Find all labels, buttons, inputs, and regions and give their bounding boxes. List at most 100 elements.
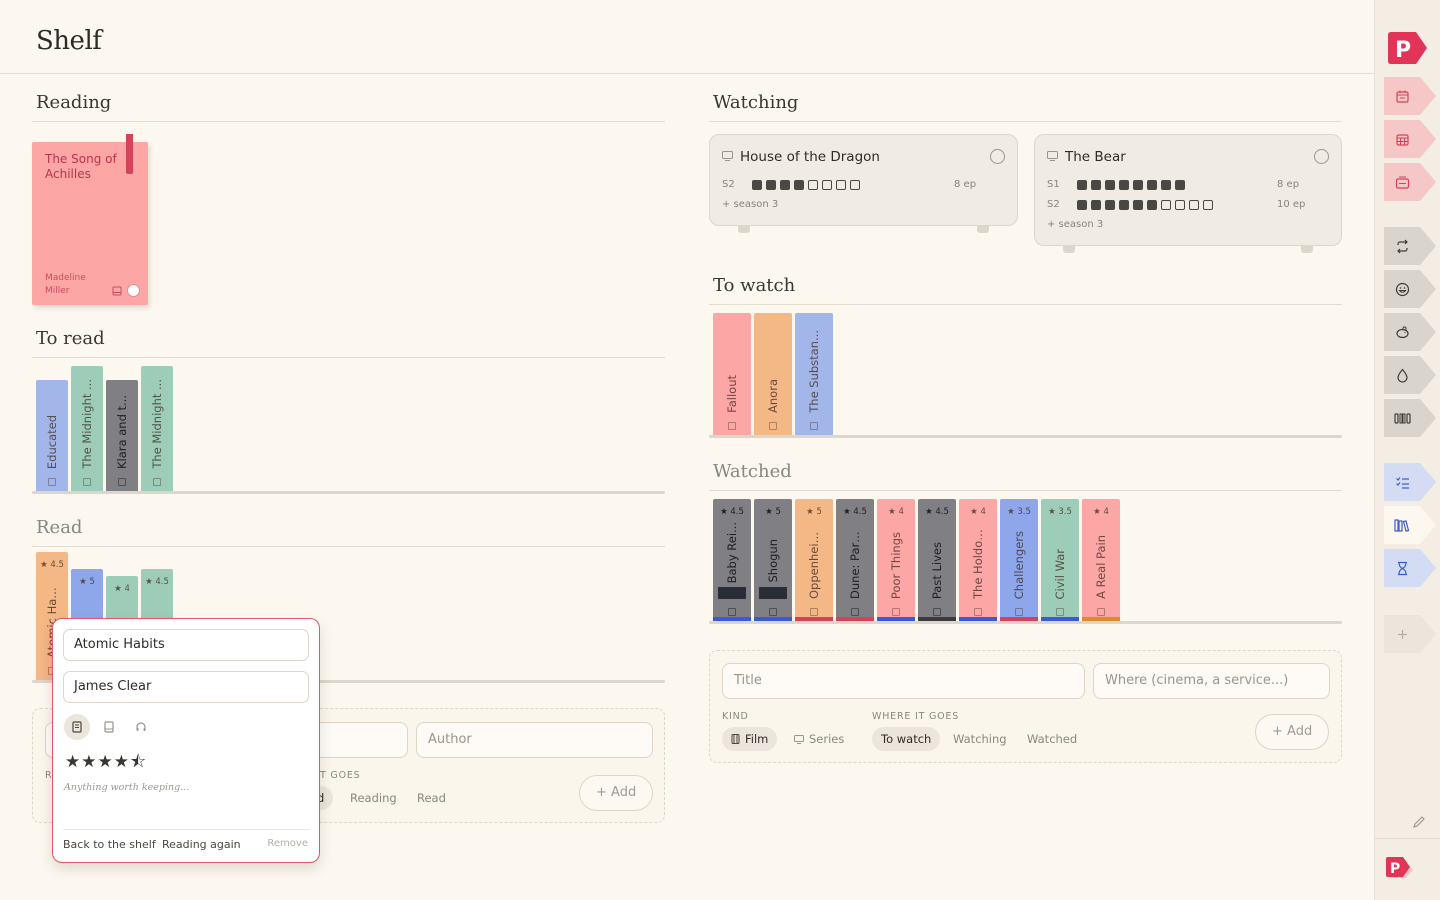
finish-show-checkbox[interactable] [990, 149, 1005, 164]
kind-film-option[interactable]: Film [722, 727, 778, 751]
nav-habits[interactable] [1384, 227, 1436, 265]
app-logo-icon[interactable]: P [1386, 31, 1428, 65]
book-spine[interactable]: The Midnight ... [141, 366, 173, 491]
book-spine[interactable]: Educated [36, 380, 68, 491]
episode-box[interactable] [1077, 200, 1087, 210]
spine-title: Dune: Part T... [848, 527, 862, 599]
add-film-form: Title Where (cinema, a service...) KIND … [709, 650, 1342, 763]
tv-icon [722, 151, 733, 161]
episode-box[interactable] [766, 180, 776, 190]
nav-calendar-month[interactable] [1384, 120, 1436, 158]
film-spine[interactable]: ★ 4 The Holdove... [959, 499, 997, 621]
format-paper-button[interactable] [64, 714, 90, 740]
book-spine[interactable]: Klara and t... [106, 380, 138, 491]
finish-toggle[interactable] [127, 284, 140, 297]
kind-series-option[interactable]: Series [785, 727, 853, 751]
add-film-button[interactable]: + Add [1255, 714, 1330, 750]
film-spine[interactable]: ★ 4 Poor Things [877, 499, 915, 621]
rating-stars[interactable]: ★★★★⯪ [65, 749, 147, 778]
episode-box[interactable] [1147, 200, 1157, 210]
current-book-card[interactable]: The Song of Achilles Madeline Miller [32, 134, 148, 305]
episode-box[interactable] [1147, 180, 1157, 190]
episode-box[interactable] [836, 180, 846, 190]
episode-box[interactable] [1161, 200, 1171, 210]
episode-box[interactable] [1161, 180, 1171, 190]
nav-add[interactable] [1384, 615, 1436, 653]
film-spine[interactable]: ★ 3.5 Civil War [1041, 499, 1079, 621]
watching-card[interactable]: The Bear S1 8 ep S2 10 ep + season 3 [1034, 134, 1342, 253]
note-input[interactable]: Anything worth keeping... [64, 782, 189, 793]
episode-box[interactable] [752, 180, 762, 190]
nav-tasks[interactable] [1384, 463, 1436, 501]
episode-box[interactable] [808, 180, 818, 190]
episode-box[interactable] [1133, 180, 1143, 190]
finish-show-checkbox[interactable] [1314, 149, 1329, 164]
option-read[interactable]: Read [408, 786, 455, 810]
format-ebook-button[interactable] [96, 714, 122, 740]
option-to-watch[interactable]: To watch [872, 727, 941, 751]
back-to-shelf-button[interactable]: Back to the shelf [63, 838, 156, 851]
episode-box[interactable] [1203, 200, 1213, 210]
option-reading[interactable]: Reading [341, 786, 406, 810]
add-book-button[interactable]: + Add [579, 775, 654, 811]
spine-title: Educated [45, 414, 59, 469]
option-watched[interactable]: Watched [1018, 727, 1086, 751]
pencil-icon[interactable] [1412, 815, 1426, 829]
add-season-button[interactable]: + season 3 [722, 199, 778, 210]
episode-box[interactable] [1175, 200, 1185, 210]
tv-leg [1301, 245, 1313, 253]
nav-calendar-day[interactable] [1384, 77, 1436, 115]
film-spine[interactable]: The Substan... [795, 313, 833, 435]
episode-box[interactable] [1077, 180, 1087, 190]
nav-calendar-week[interactable] [1384, 163, 1436, 201]
calendar-icon [1395, 90, 1409, 103]
remove-button[interactable]: Remove [267, 838, 308, 849]
nav-finance[interactable] [1384, 313, 1436, 351]
format-audiobook-button[interactable] [128, 714, 154, 740]
popover-title-input[interactable]: Atomic Habits [63, 629, 309, 661]
popover-author-input[interactable]: James Clear [63, 671, 309, 703]
film-spine[interactable]: ★ 4.5 Baby Rei... [713, 499, 751, 621]
add-season-button[interactable]: + season 3 [1047, 219, 1103, 230]
episode-box[interactable] [1105, 180, 1115, 190]
film-where-input[interactable]: Where (cinema, a service...) [1093, 663, 1330, 699]
episode-box[interactable] [1091, 180, 1101, 190]
shelf-line [709, 435, 1342, 438]
nav-shelf[interactable] [1384, 506, 1436, 544]
episode-box[interactable] [1091, 200, 1101, 210]
film-spine[interactable]: ★ 5 Oppenheimer [795, 499, 833, 621]
kind-label: KIND [722, 711, 749, 722]
book-author-input[interactable]: Author [416, 722, 653, 758]
episode-box[interactable] [1189, 200, 1199, 210]
episode-box[interactable] [1119, 180, 1129, 190]
nav-fitness[interactable] [1384, 399, 1436, 437]
episode-box[interactable] [794, 180, 804, 190]
film-spine[interactable]: ★ 4 A Real Pain [1082, 499, 1120, 621]
book-spine[interactable]: The Midnight ... [71, 366, 103, 491]
film-spine[interactable]: ★ 4.5 Past Lives [918, 499, 956, 621]
episode-box[interactable] [1133, 200, 1143, 210]
spine-title: Shogun [766, 539, 780, 583]
film-spine[interactable]: ★ 3.5 Challengers [1000, 499, 1038, 621]
film-title-input[interactable]: Title [722, 663, 1085, 699]
episode-box[interactable] [1105, 200, 1115, 210]
episode-box[interactable] [1119, 200, 1129, 210]
film-spine[interactable]: ★ 5 Shogun [754, 499, 792, 621]
reading-again-button[interactable]: Reading again [162, 838, 241, 851]
episode-box[interactable] [850, 180, 860, 190]
episode-box[interactable] [822, 180, 832, 190]
film-spine[interactable]: Fallout [713, 313, 751, 435]
book-format-icon [83, 478, 91, 486]
episode-box[interactable] [1175, 180, 1185, 190]
film-spine[interactable]: Anora [754, 313, 792, 435]
nav-water[interactable] [1384, 356, 1436, 394]
film-spine[interactable]: ★ 4.5 Dune: Part T... [836, 499, 874, 621]
nav-timer[interactable] [1384, 549, 1436, 587]
option-watching[interactable]: Watching [944, 727, 1016, 751]
episode-box[interactable] [780, 180, 790, 190]
user-avatar-logo-icon[interactable]: P [1385, 856, 1415, 882]
nav-mood[interactable] [1384, 270, 1436, 308]
spine-title: Poor Things [889, 531, 903, 599]
watching-card[interactable]: House of the Dragon S2 8 ep + season 3 [709, 134, 1018, 233]
show-title: House of the Dragon [740, 149, 880, 165]
